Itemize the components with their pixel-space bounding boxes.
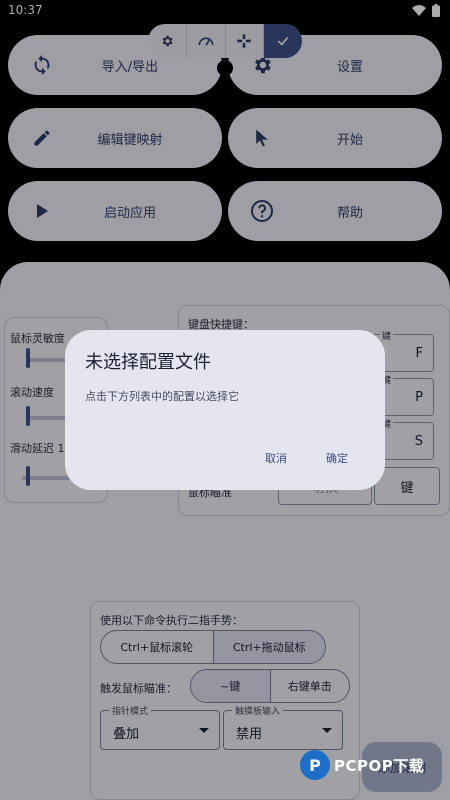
pcpop-logo-icon: P xyxy=(300,750,330,780)
cancel-button[interactable]: 取消 xyxy=(265,450,287,466)
watermark-text: PCPOP下载 xyxy=(334,756,425,775)
dialog-message: 点击下方列表中的配置以选择它 xyxy=(85,390,239,403)
no-profile-dialog: 未选择配置文件 点击下方列表中的配置以选择它 取消 确定 xyxy=(65,330,385,490)
ok-button[interactable]: 确定 xyxy=(326,450,348,466)
watermark: P PCPOP下载 xyxy=(300,750,424,780)
dialog-title: 未选择配置文件 xyxy=(85,352,211,373)
